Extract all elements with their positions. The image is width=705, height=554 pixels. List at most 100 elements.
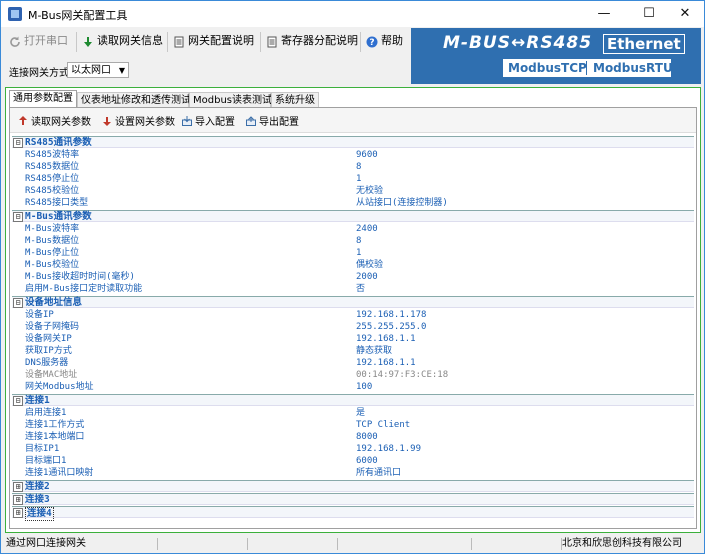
tab-modbus-test[interactable]: Modbus读表测试 bbox=[189, 92, 272, 108]
property-row[interactable]: RS485数据位 8 bbox=[12, 161, 694, 173]
property-name: M-Bus停止位 bbox=[25, 248, 80, 258]
config-guide-button[interactable]: 网关配置说明 bbox=[173, 30, 254, 52]
tab-system-upgrade[interactable]: 系统升级 bbox=[271, 92, 319, 108]
property-value[interactable]: 1 bbox=[356, 247, 361, 259]
set-params-button[interactable]: 设置网关参数 bbox=[102, 113, 175, 128]
property-name: DNS服务器 bbox=[25, 358, 69, 368]
property-value[interactable]: 255.255.255.0 bbox=[356, 321, 426, 333]
read-gateway-info-button[interactable]: 读取网关信息 bbox=[82, 30, 163, 52]
property-row[interactable]: 连接1本地端口 8000 bbox=[12, 431, 694, 443]
property-value[interactable]: 9600 bbox=[356, 149, 378, 161]
property-row[interactable]: 目标端口1 6000 bbox=[12, 455, 694, 467]
register-guide-button[interactable]: 寄存器分配说明 bbox=[266, 30, 358, 52]
toolbar-separator bbox=[360, 32, 361, 52]
property-row[interactable]: RS485接口类型 从站接口(连接控制器) bbox=[12, 197, 694, 209]
property-value[interactable]: 192.168.1.178 bbox=[356, 309, 426, 321]
property-row[interactable]: M-Bus校验位 偶校验 bbox=[12, 259, 694, 271]
property-value[interactable]: 100 bbox=[356, 381, 372, 393]
property-value[interactable]: 2000 bbox=[356, 271, 378, 283]
section-connection-1[interactable]: ⊟ 连接1 bbox=[12, 394, 694, 406]
collapse-icon[interactable]: ⊟ bbox=[13, 212, 23, 222]
section-title: 设备地址信息 bbox=[25, 297, 83, 308]
export-config-button[interactable]: 导出配置 bbox=[246, 113, 299, 128]
property-row[interactable]: 连接1工作方式 TCP Client bbox=[12, 419, 694, 431]
export-config-label: 导出配置 bbox=[259, 117, 299, 128]
property-value[interactable]: 静态获取 bbox=[356, 345, 392, 357]
collapse-icon[interactable]: ⊟ bbox=[13, 138, 23, 148]
property-row: 设备MAC地址 00:14:97:F3:CE:18 bbox=[12, 369, 694, 381]
section-rs485[interactable]: ⊟ RS485通讯参数 bbox=[12, 136, 694, 148]
property-value[interactable]: 偶校验 bbox=[356, 259, 383, 271]
property-row[interactable]: 连接1通讯口映射 所有通讯口 bbox=[12, 467, 694, 479]
read-params-button[interactable]: 读取网关参数 bbox=[18, 113, 91, 128]
property-value[interactable]: 8000 bbox=[356, 431, 378, 443]
import-icon bbox=[182, 116, 192, 126]
property-value[interactable]: 从站接口(连接控制器) bbox=[356, 197, 448, 209]
property-row[interactable]: M-Bus停止位 1 bbox=[12, 247, 694, 259]
property-row[interactable]: RS485校验位 无校验 bbox=[12, 185, 694, 197]
property-value[interactable]: 1 bbox=[356, 173, 361, 185]
property-row[interactable]: DNS服务器 192.168.1.1 bbox=[12, 357, 694, 369]
connection-mode-select[interactable]: 以太网口 ▼ bbox=[67, 62, 129, 78]
property-value[interactable]: 6000 bbox=[356, 455, 378, 467]
property-value[interactable]: 无校验 bbox=[356, 185, 383, 197]
section-connection-2[interactable]: ⊞ 连接2 bbox=[12, 480, 694, 492]
property-row[interactable]: 设备网关IP 192.168.1.1 bbox=[12, 333, 694, 345]
section-title: 连接1 bbox=[25, 395, 50, 406]
property-name: 设备子网掩码 bbox=[25, 322, 80, 332]
open-port-button[interactable]: 打开串口 bbox=[9, 30, 68, 52]
banner-title: M-BUS↔RS485 bbox=[443, 33, 593, 53]
property-value[interactable]: 192.168.1.1 bbox=[356, 333, 416, 345]
import-config-button[interactable]: 导入配置 bbox=[182, 113, 235, 128]
main-toolbar: 打开串口 读取网关信息 网关配置说明 寄存器分配说明 ? 帮助 bbox=[1, 27, 411, 57]
expand-icon[interactable]: ⊞ bbox=[13, 495, 23, 505]
property-value[interactable]: TCP Client bbox=[356, 419, 410, 431]
property-value[interactable]: 2400 bbox=[356, 223, 378, 235]
property-name: M-Bus校验位 bbox=[25, 260, 80, 270]
import-config-label: 导入配置 bbox=[195, 117, 235, 128]
export-icon bbox=[246, 116, 256, 126]
arrow-up-icon bbox=[18, 116, 28, 126]
section-connection-4[interactable]: ⊞ 连接4 bbox=[12, 506, 694, 521]
property-row[interactable]: 设备子网掩码 255.255.255.0 bbox=[12, 321, 694, 333]
property-value[interactable]: 192.168.1.99 bbox=[356, 443, 421, 455]
property-row[interactable]: 网关Modbus地址 100 bbox=[12, 381, 694, 393]
close-button[interactable]: ✕ bbox=[665, 1, 705, 27]
property-row[interactable]: 设备IP 192.168.1.178 bbox=[12, 309, 694, 321]
set-params-label: 设置网关参数 bbox=[115, 117, 175, 128]
property-row[interactable]: 目标IP1 192.168.1.99 bbox=[12, 443, 694, 455]
read-params-label: 读取网关参数 bbox=[31, 117, 91, 128]
property-value[interactable]: 是 bbox=[356, 407, 365, 419]
section-device-address[interactable]: ⊟ 设备地址信息 bbox=[12, 296, 694, 308]
property-row[interactable]: M-Bus数据位 8 bbox=[12, 235, 694, 247]
property-row[interactable]: RS485停止位 1 bbox=[12, 173, 694, 185]
property-row[interactable]: M-Bus波特率 2400 bbox=[12, 223, 694, 235]
collapse-icon[interactable]: ⊟ bbox=[13, 396, 23, 406]
section-connection-3[interactable]: ⊞ 连接3 bbox=[12, 493, 694, 505]
property-value[interactable]: 否 bbox=[356, 283, 365, 295]
property-row[interactable]: M-Bus接收超时时间(毫秒) 2000 bbox=[12, 271, 694, 283]
collapse-icon[interactable]: ⊟ bbox=[13, 298, 23, 308]
property-value[interactable]: 192.168.1.1 bbox=[356, 357, 416, 369]
expand-icon[interactable]: ⊞ bbox=[13, 508, 23, 518]
banner-modbus-rtu: ModbusRTU bbox=[593, 61, 673, 75]
property-value[interactable]: 8 bbox=[356, 161, 361, 173]
property-row[interactable]: 启用M-Bus接口定时读取功能 否 bbox=[12, 283, 694, 295]
property-value[interactable]: 8 bbox=[356, 235, 361, 247]
help-button[interactable]: ? 帮助 bbox=[366, 30, 403, 52]
minimize-button[interactable]: — bbox=[584, 1, 624, 27]
property-row[interactable]: 获取IP方式 静态获取 bbox=[12, 345, 694, 357]
tab-meter-address[interactable]: 仪表地址修改和透传测试 bbox=[77, 92, 191, 108]
property-value: 00:14:97:F3:CE:18 bbox=[356, 370, 449, 380]
maximize-button[interactable]: ☐ bbox=[629, 1, 669, 27]
banner-modbus-tcp: ModbusTCP bbox=[508, 61, 587, 75]
section-mbus[interactable]: ⊟ M-Bus通讯参数 bbox=[12, 210, 694, 222]
read-gateway-info-label: 读取网关信息 bbox=[97, 34, 163, 47]
chevron-down-icon: ▼ bbox=[118, 66, 125, 75]
property-name: RS485波特率 bbox=[25, 150, 80, 160]
property-value[interactable]: 所有通讯口 bbox=[356, 467, 401, 479]
property-row[interactable]: RS485波特率 9600 bbox=[12, 149, 694, 161]
register-guide-label: 寄存器分配说明 bbox=[281, 34, 358, 47]
property-row[interactable]: 启用连接1 是 bbox=[12, 407, 694, 419]
expand-icon[interactable]: ⊞ bbox=[13, 482, 23, 492]
